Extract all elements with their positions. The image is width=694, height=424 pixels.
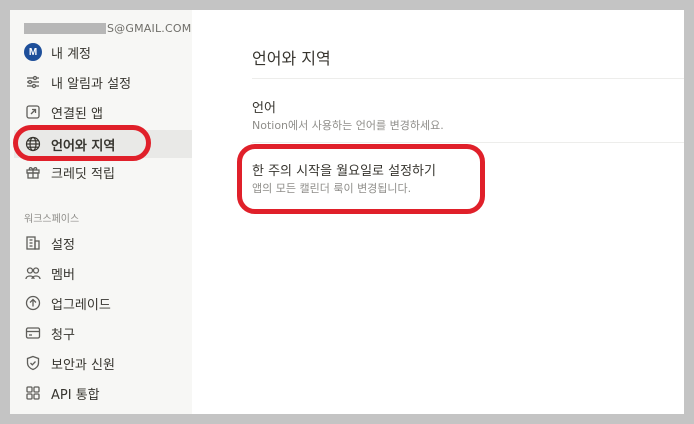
sidebar-item-label: 청구 <box>51 327 75 343</box>
sidebar-item-billing[interactable]: 청구 <box>14 319 192 347</box>
sidebar-item-label: 멤버 <box>51 267 75 283</box>
sliders-icon <box>24 73 42 91</box>
shield-icon <box>24 354 42 372</box>
title-divider <box>252 78 684 79</box>
sidebar-item-connected-apps[interactable]: 연결된 앱 <box>14 98 192 126</box>
sidebar-item-security-identity[interactable]: 보안과 신원 <box>14 349 192 377</box>
workspace-section-label: 워크스페이스 <box>24 214 80 225</box>
setting-language-title[interactable]: 언어 <box>252 97 276 116</box>
highlight-week-start-setting <box>237 144 485 214</box>
gift-icon <box>24 163 42 181</box>
sidebar-item-label: 내 계정 <box>51 46 92 62</box>
sidebar-item-upgrade[interactable]: 업그레이드 <box>14 289 192 317</box>
sidebar-item-my-account[interactable]: M 내 계정 <box>14 38 192 66</box>
grid-icon <box>24 384 42 402</box>
highlight-language-region <box>13 125 151 161</box>
avatar-letter: M <box>24 43 42 61</box>
sidebar-item-label: 크레딧 적립 <box>51 166 115 182</box>
sidebar-item-earn-credit[interactable]: 크레딧 적립 <box>14 158 192 186</box>
redacted-email-mask <box>24 22 106 34</box>
credit-card-icon <box>24 324 42 342</box>
email-text: S@GMAIL.COM <box>107 21 192 35</box>
upgrade-icon <box>24 294 42 312</box>
sidebar-item-label: 보안과 신원 <box>51 357 115 373</box>
sidebar-item-label: 내 알림과 설정 <box>51 76 132 92</box>
avatar: M <box>24 43 42 61</box>
members-icon <box>24 264 42 282</box>
sidebar-item-api-integration[interactable]: API 통합 <box>14 379 192 407</box>
setting-language-description: Notion에서 사용하는 언어를 변경하세요. <box>252 119 444 132</box>
settings-window: S@GMAIL.COM M 내 계정 내 알림과 설정 연결된 앱 언어와 지역… <box>10 10 684 414</box>
sidebar-item-label: 연결된 앱 <box>51 106 103 122</box>
sidebar-item-workspace-settings[interactable]: 설정 <box>14 229 192 257</box>
building-icon <box>24 234 42 252</box>
account-email: S@GMAIL.COM <box>24 20 191 36</box>
sidebar-item-label: 설정 <box>51 237 75 253</box>
sidebar: S@GMAIL.COM M 내 계정 내 알림과 설정 연결된 앱 언어와 지역… <box>10 10 192 414</box>
sidebar-item-label: API 통합 <box>51 387 100 403</box>
sidebar-item-label: 업그레이드 <box>51 297 111 313</box>
sidebar-item-notifications-settings[interactable]: 내 알림과 설정 <box>14 68 192 96</box>
external-link-icon <box>24 103 42 121</box>
sidebar-item-members[interactable]: 멤버 <box>14 259 192 287</box>
page-title: 언어와 지역 <box>252 49 331 68</box>
section-divider <box>252 142 684 143</box>
